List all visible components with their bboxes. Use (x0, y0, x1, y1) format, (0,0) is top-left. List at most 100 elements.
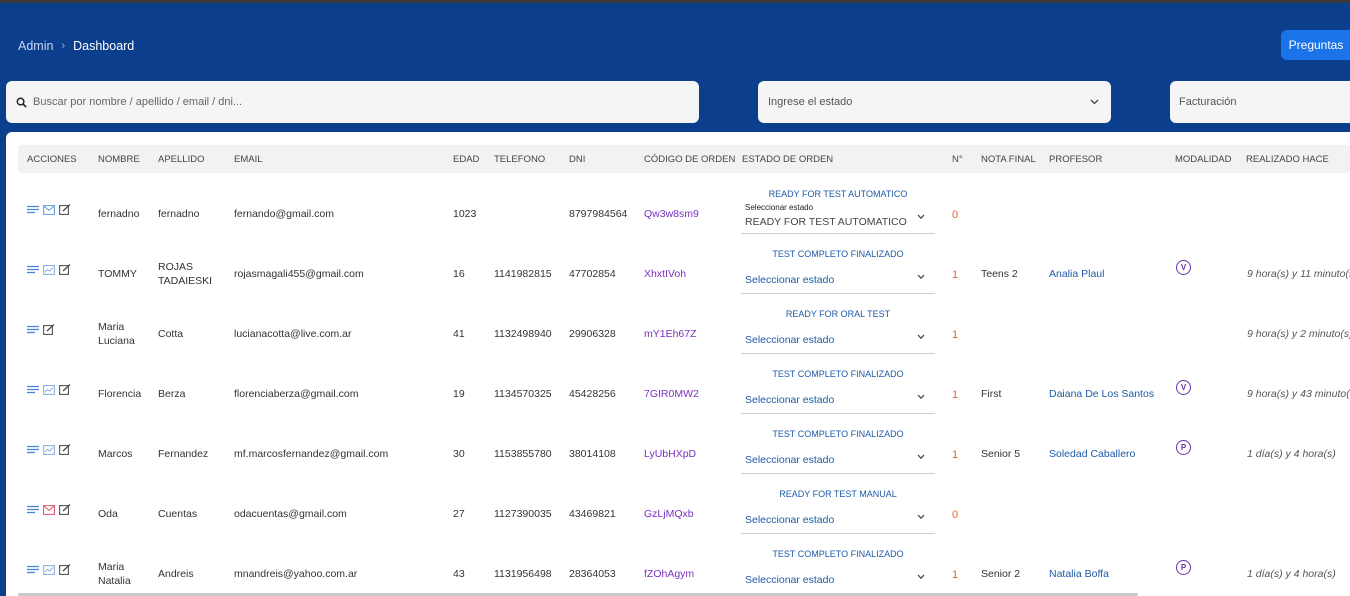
estado-select[interactable]: Ingrese el estado (758, 81, 1111, 123)
cell-email: rojasmagali455@gmail.com (234, 268, 364, 280)
cell-numero: 1 (952, 569, 959, 581)
cell-codigo-orden[interactable]: LyUbHXpD (644, 447, 696, 461)
cell-realizado-hace: 1 día(s) y 4 hora(s) (1247, 448, 1336, 460)
facturacion-select[interactable]: Facturación (1170, 81, 1350, 123)
cell-profesor[interactable]: Analia Plaul (1049, 267, 1104, 281)
cell-codigo-orden[interactable]: 7GIR0MW2 (644, 387, 699, 401)
estado-orden-select[interactable]: READY FOR ORAL TEST Seleccionar estado (741, 304, 935, 354)
cell-numero: 1 (952, 329, 959, 341)
chevron-down-icon (917, 454, 925, 460)
cell-edad: 19 (453, 388, 465, 400)
cell-realizado-hace: 9 hora(s) y 2 minuto(s) (1247, 328, 1350, 340)
chart-icon[interactable] (43, 264, 55, 275)
cell-codigo-orden[interactable]: mY1Eh67Z (644, 327, 697, 341)
edit-icon[interactable] (43, 324, 55, 335)
estado-orden-select[interactable]: TEST COMPLETO FINALIZADO Seleccionar esta… (741, 244, 935, 294)
col-modalidad: MODALIDAD (1175, 154, 1232, 165)
cell-dni: 43469821 (569, 508, 616, 520)
cell-codigo-orden[interactable]: fZOhAgym (644, 567, 694, 581)
estado-select-placeholder: Ingrese el estado (768, 96, 853, 108)
row-actions (27, 264, 71, 275)
cell-dni: 47702854 (569, 268, 616, 280)
cell-codigo-orden[interactable]: XhxtIVoh (644, 267, 686, 281)
estado-current-label: TEST COMPLETO FINALIZADO (772, 549, 904, 559)
chevron-down-icon (917, 394, 925, 400)
estado-select-value: Seleccionar estado (745, 454, 835, 466)
envelope-icon[interactable] (43, 504, 55, 515)
list-icon[interactable] (27, 325, 39, 334)
row-actions (27, 564, 71, 575)
col-profesor: PROFESOR (1049, 154, 1103, 165)
search-box[interactable] (6, 81, 699, 123)
col-telefono: TELEFONO (494, 154, 546, 165)
list-icon[interactable] (27, 205, 39, 214)
cell-telefono: 1134570325 (494, 388, 552, 400)
estado-orden-select[interactable]: READY FOR TEST AUTOMATICO Seleccionar est… (741, 184, 935, 234)
col-dni: DNI (569, 154, 586, 165)
edit-icon[interactable] (59, 384, 71, 395)
cell-telefono: 1132498940 (494, 328, 552, 340)
list-icon[interactable] (27, 565, 39, 574)
col-email: EMAIL (234, 154, 263, 165)
col-edad: EDAD (453, 154, 480, 165)
envelope-icon[interactable] (43, 204, 55, 215)
edit-icon[interactable] (59, 444, 71, 455)
cell-apellido: Andreis (158, 568, 194, 580)
cell-edad: 41 (453, 328, 465, 340)
chart-icon[interactable] (43, 564, 55, 575)
cell-codigo-orden[interactable]: GzLjMQxb (644, 507, 694, 521)
cell-email: fernando@gmail.com (234, 208, 334, 220)
chart-icon[interactable] (43, 444, 55, 455)
breadcrumb-admin-link[interactable]: Admin (18, 39, 53, 53)
cell-realizado-hace: 9 hora(s) y 11 minuto(s) (1247, 268, 1350, 280)
list-icon[interactable] (27, 265, 39, 274)
cell-dni: 38014108 (569, 448, 616, 460)
list-icon[interactable] (27, 445, 39, 454)
estado-select-caption: Seleccionar estado (745, 203, 814, 212)
cell-apellido: ROJAS TADAIESKI (158, 261, 213, 287)
estado-current-label: TEST COMPLETO FINALIZADO (772, 429, 904, 439)
cell-profesor[interactable]: Natalia Boffa (1049, 567, 1109, 581)
cell-profesor[interactable]: Daiana De Los Santos (1049, 387, 1154, 401)
chevron-right-icon: › (61, 40, 66, 52)
cell-nombre: Oda (98, 508, 118, 520)
search-icon (16, 97, 27, 108)
edit-icon[interactable] (59, 564, 71, 575)
col-codigo: CÓDIGO DE ORDEN (644, 154, 736, 165)
col-nombre: NOMBRE (98, 154, 140, 165)
chevron-down-icon (917, 514, 925, 520)
estado-current-label: TEST COMPLETO FINALIZADO (772, 249, 904, 259)
cell-telefono: 1141982815 (494, 268, 552, 280)
cell-codigo-orden[interactable]: Qw3w8sm9 (644, 207, 699, 221)
cell-profesor[interactable]: Soledad Caballero (1049, 447, 1135, 461)
edit-icon[interactable] (59, 204, 71, 215)
row-actions (27, 204, 71, 215)
cell-nota-final: First (981, 388, 1002, 400)
cell-numero: 1 (952, 389, 959, 401)
cell-nombre: Marcos (98, 448, 133, 460)
page-header: Admin › Dashboard Preguntas (0, 3, 1350, 73)
estado-select-value: Seleccionar estado (745, 514, 835, 526)
search-input[interactable] (33, 96, 673, 108)
modalidad-badge: P (1176, 440, 1191, 455)
list-icon[interactable] (27, 505, 39, 514)
estado-orden-select[interactable]: TEST COMPLETO FINALIZADO Seleccionar esta… (741, 544, 935, 594)
col-estado: ESTADO DE ORDEN (742, 154, 834, 165)
preguntas-button[interactable]: Preguntas (1281, 30, 1350, 60)
estado-orden-select[interactable]: TEST COMPLETO FINALIZADO Seleccionar esta… (741, 424, 935, 474)
cell-nota-final: Teens 2 (981, 268, 1018, 280)
cell-email: odacuentas@gmail.com (234, 508, 347, 520)
edit-icon[interactable] (59, 264, 71, 275)
estado-orden-select[interactable]: READY FOR TEST MANUAL Seleccionar estado (741, 484, 935, 534)
cell-realizado-hace: 1 día(s) y 4 hora(s) (1247, 568, 1336, 580)
table-row: fernadno fernadno fernando@gmail.com 1023 87… (18, 178, 1350, 238)
cell-edad: 16 (453, 268, 465, 280)
row-actions (27, 504, 71, 515)
cell-numero: 1 (952, 269, 959, 281)
cell-apellido: Berza (158, 388, 186, 400)
edit-icon[interactable] (59, 504, 71, 515)
row-actions (27, 324, 55, 335)
list-icon[interactable] (27, 385, 39, 394)
estado-orden-select[interactable]: TEST COMPLETO FINALIZADO Seleccionar esta… (741, 364, 935, 414)
chart-icon[interactable] (43, 384, 55, 395)
